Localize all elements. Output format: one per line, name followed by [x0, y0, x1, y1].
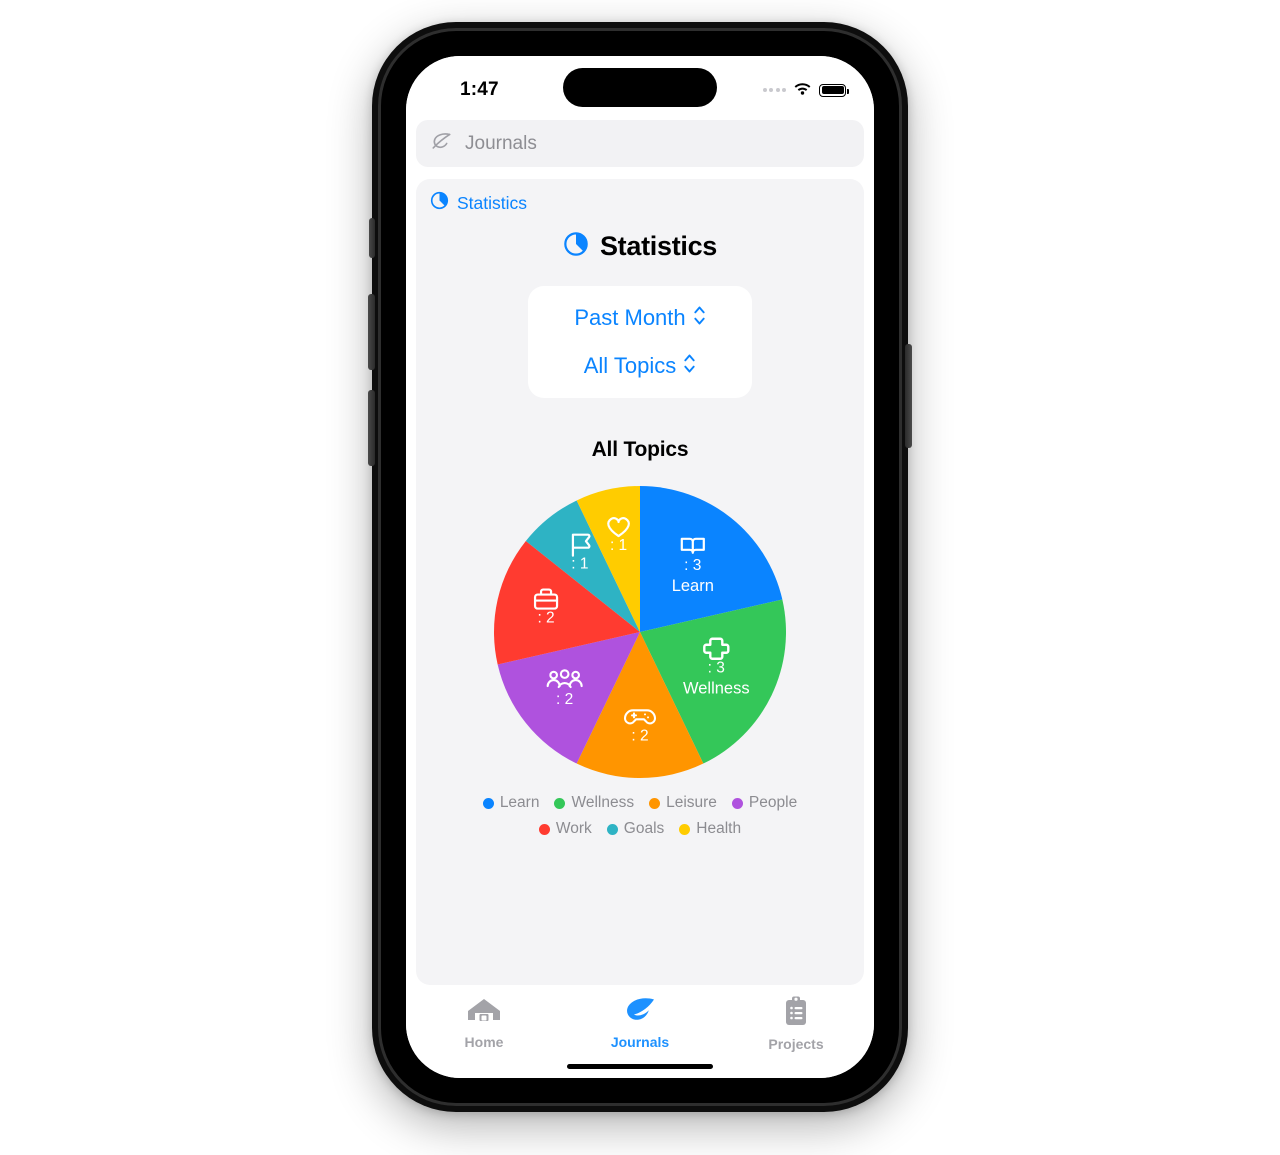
- svg-text:Wellness: Wellness: [683, 680, 750, 698]
- home-icon: [465, 996, 503, 1029]
- svg-text:: 3: : 3: [708, 660, 725, 677]
- status-bar-indicators: [762, 81, 849, 100]
- chart-title: All Topics: [591, 438, 689, 461]
- legend-item-health[interactable]: Health: [679, 820, 741, 838]
- tab-bar: Home Journals Projects: [406, 986, 874, 1078]
- battery-full-icon: [819, 83, 849, 97]
- tab-home-label: Home: [464, 1034, 504, 1050]
- phone-screen: 1:47 Journals Statistics Statistics Past…: [406, 56, 874, 1078]
- clipboard-icon: [783, 996, 809, 1031]
- pie-slice-label-work: : 2: [533, 588, 559, 627]
- legend-item-people[interactable]: People: [731, 794, 798, 812]
- wifi-icon: [793, 81, 812, 100]
- svg-text:: 2: : 2: [631, 727, 648, 744]
- legend-color-dot: [731, 797, 743, 809]
- tab-projects[interactable]: Projects: [718, 996, 874, 1052]
- legend-item-work[interactable]: Work: [538, 820, 592, 838]
- leaf-icon: [623, 996, 657, 1029]
- svg-text:: 1: : 1: [571, 556, 588, 573]
- legend-label: Work: [555, 820, 592, 837]
- status-bar-time: 1:47: [460, 79, 499, 100]
- legend-color-dot: [606, 823, 618, 835]
- legend-item-learn[interactable]: Learn: [482, 794, 540, 812]
- legend-label: Leisure: [666, 794, 717, 811]
- time-range-picker-label: Past Month: [574, 305, 686, 330]
- pie-chart-icon: [563, 231, 589, 262]
- legend-item-leisure[interactable]: Leisure: [649, 794, 717, 812]
- statistics-panel: Statistics Statistics Past Month All Top…: [416, 179, 864, 985]
- legend-label: People: [748, 794, 798, 811]
- cellular-dots-icon: [762, 88, 786, 92]
- volume-down-button[interactable]: [368, 390, 375, 466]
- pie-chart: : 3 Learn : 3 Wellness : 2 : 2 : 2 : 1 : 1: [416, 484, 864, 780]
- filters-card: Past Month All Topics: [528, 286, 752, 398]
- tab-journals[interactable]: Journals: [562, 996, 718, 1050]
- tab-home[interactable]: Home: [406, 996, 562, 1050]
- legend-color-dot: [482, 797, 494, 809]
- tab-journals-label: Journals: [610, 1034, 670, 1050]
- breadcrumb[interactable]: Statistics: [416, 179, 864, 215]
- chevron-up-down-icon: [693, 305, 706, 331]
- status-bar: 1:47: [406, 56, 874, 118]
- legend-label: Learn: [499, 794, 540, 811]
- home-indicator[interactable]: [567, 1064, 713, 1069]
- pie-chart-icon: [430, 191, 449, 215]
- legend-color-dot: [649, 797, 661, 809]
- legend-color-dot: [538, 823, 550, 835]
- time-range-picker[interactable]: Past Month: [574, 305, 705, 331]
- chart-legend: Learn Wellness Leisure People Work Goals Healt…: [450, 794, 830, 838]
- leaf-icon: [430, 131, 453, 156]
- topic-picker[interactable]: All Topics: [584, 353, 697, 379]
- legend-label: Health: [696, 820, 742, 837]
- screen-content: Journals Statistics Statistics Past Mont…: [406, 120, 874, 985]
- svg-text:: 3: : 3: [684, 557, 701, 574]
- screenshot-stage: 1:47 Journals Statistics Statistics Past…: [0, 0, 1280, 1155]
- mute-switch-button[interactable]: [369, 218, 375, 258]
- page-title-text: Statistics: [599, 231, 718, 261]
- svg-text:: 1: : 1: [610, 537, 627, 554]
- tab-projects-label: Projects: [768, 1036, 824, 1052]
- legend-label: Wellness: [571, 794, 635, 811]
- pie-chart-svg[interactable]: : 3 Learn : 3 Wellness : 2 : 2 : 2 : 1 : 1: [492, 484, 788, 780]
- topic-picker-label: All Topics: [583, 353, 677, 378]
- phone-frame: 1:47 Journals Statistics Statistics Past…: [368, 22, 912, 1112]
- search-input-value: Journals: [465, 132, 537, 154]
- svg-text:: 2: : 2: [537, 610, 554, 627]
- dynamic-island: [563, 68, 717, 107]
- breadcrumb-label: Statistics: [457, 192, 528, 213]
- page-title: Statistics: [416, 231, 864, 262]
- legend-item-goals[interactable]: Goals: [606, 820, 665, 838]
- legend-color-dot: [554, 797, 566, 809]
- volume-up-button[interactable]: [368, 294, 375, 370]
- legend-label: Goals: [623, 820, 665, 837]
- power-button[interactable]: [905, 344, 912, 448]
- legend-item-wellness[interactable]: Wellness: [554, 794, 634, 812]
- chevron-up-down-icon: [683, 353, 696, 379]
- legend-color-dot: [679, 823, 691, 835]
- svg-text:: 2: : 2: [556, 691, 573, 708]
- search-input[interactable]: Journals: [416, 120, 864, 167]
- svg-text:Learn: Learn: [672, 577, 714, 595]
